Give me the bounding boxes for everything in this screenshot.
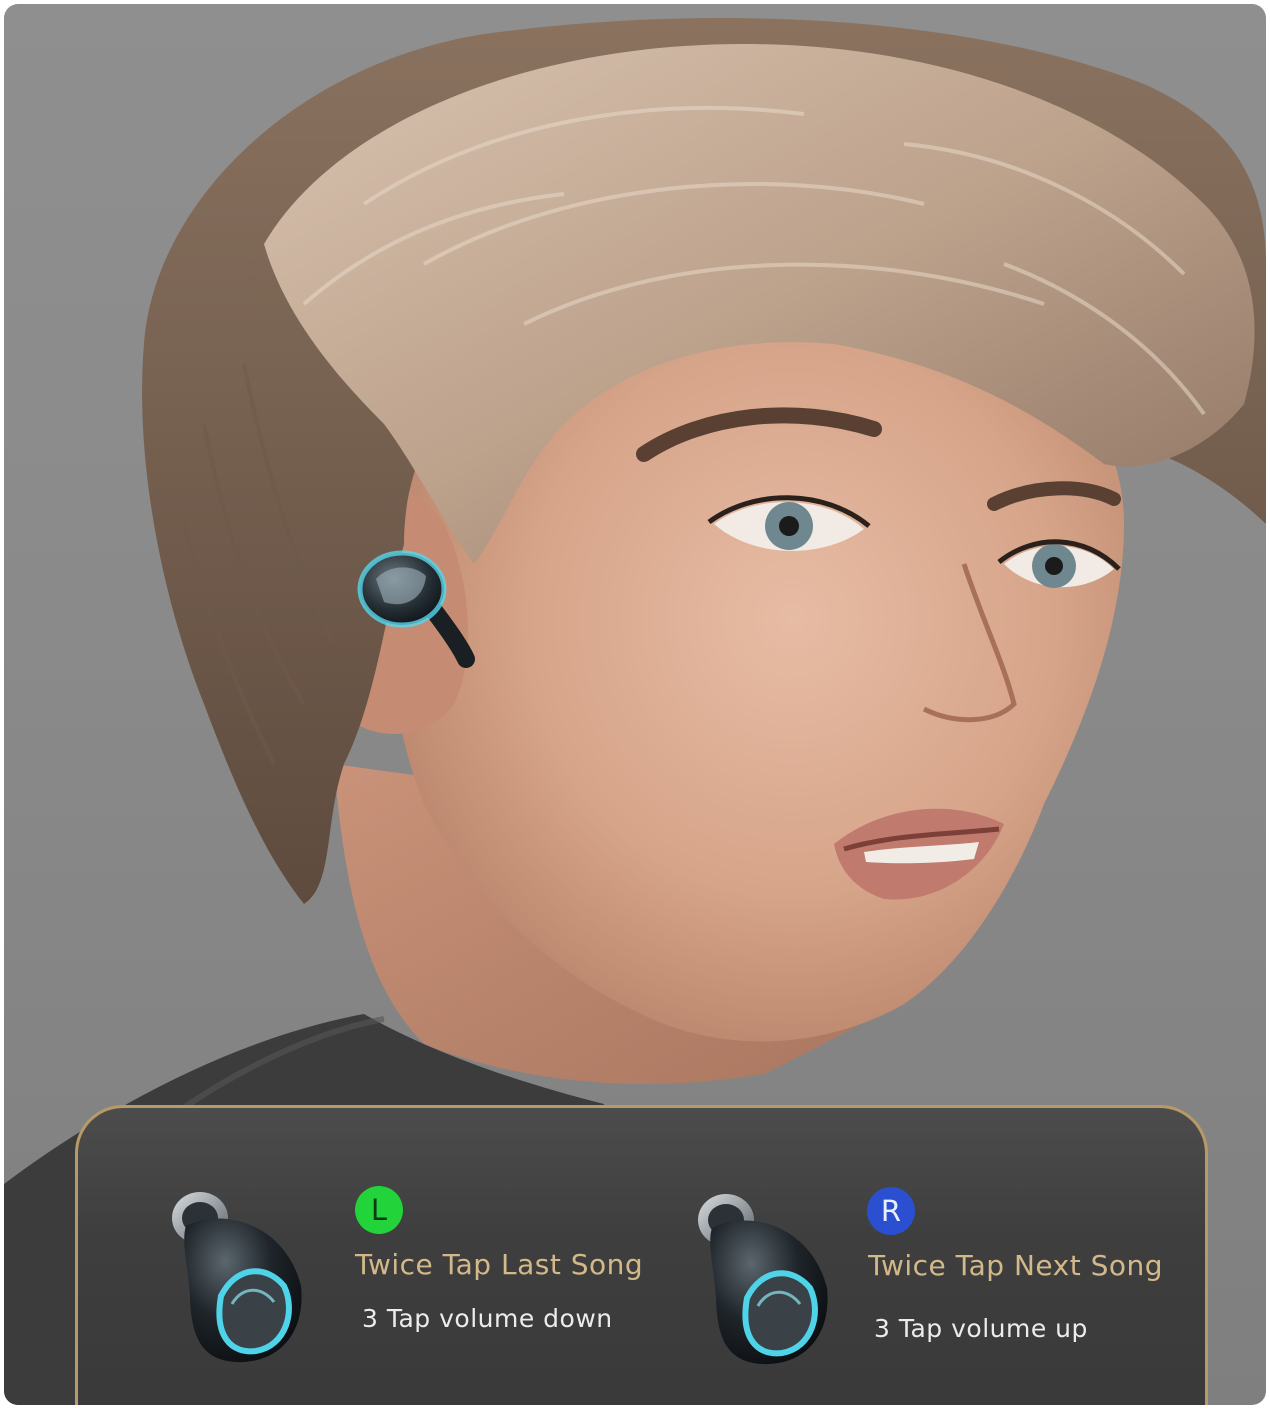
right-subtitle: 3 Tap volume up xyxy=(874,1314,1088,1343)
right-title: Twice Tap Next Song xyxy=(868,1249,1164,1282)
left-subtitle: 3 Tap volume down xyxy=(362,1304,613,1333)
earbud-left-icon xyxy=(172,1192,302,1363)
left-title: Twice Tap Last Song xyxy=(355,1248,644,1281)
left-badge-label: L xyxy=(370,1192,388,1227)
left-badge: L xyxy=(355,1186,403,1234)
touch-controls-panel: L Twice Tap Last Song 3 Tap volume down xyxy=(75,1105,1208,1405)
right-badge-label: R xyxy=(880,1193,902,1228)
earbud-right-icon xyxy=(698,1194,828,1365)
right-badge: R xyxy=(867,1187,915,1235)
product-image-frame: L Twice Tap Last Song 3 Tap volume down xyxy=(4,4,1266,1405)
